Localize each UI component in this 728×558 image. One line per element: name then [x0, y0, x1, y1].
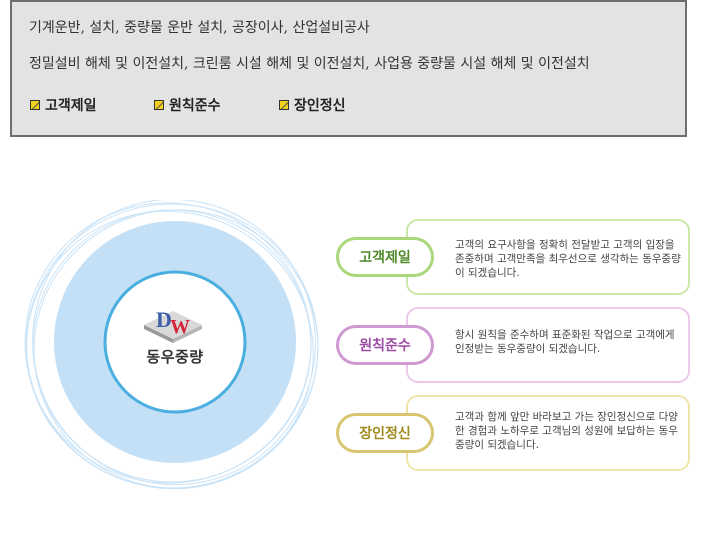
- info-box: 기계운반, 설치, 중량물 운반 설치, 공장이사, 산업설비공사 정밀설비 해…: [10, 0, 687, 137]
- yellow-square-icon: [279, 100, 289, 110]
- description-box: 항시 원칙을 준수하며 표준화된 작업으로 고객에게 인정받는 동우중량이 되겠…: [406, 307, 690, 383]
- value-pill: 장인정신: [336, 413, 434, 453]
- value-pill: 고객제일: [336, 237, 434, 277]
- service-line-2: 정밀설비 해체 및 이전설치, 크린룸 시설 해체 및 이전설치, 사업용 중량…: [29, 56, 590, 72]
- value-label: 장인정신: [294, 98, 346, 114]
- value-label: 원칙준수: [169, 98, 221, 114]
- value-description: 고객의 요구사항을 정확히 전달받고 고객의 입장을 존중하며 고객만족을 최우…: [455, 239, 681, 279]
- yellow-square-icon: [154, 100, 164, 110]
- yellow-square-icon: [30, 100, 40, 110]
- value-row-principle: 항시 원칙을 준수하며 표준화된 작업으로 고객에게 인정받는 동우중량이 되겠…: [336, 307, 690, 383]
- value-label: 고객제일: [45, 98, 97, 114]
- value-row-customer: 고객의 요구사항을 정확히 전달받고 고객의 입장을 존중하며 고객만족을 최우…: [336, 219, 690, 295]
- value-description: 항시 원칙을 준수하며 표준화된 작업으로 고객에게 인정받는 동우중량이 되겠…: [455, 329, 675, 355]
- service-line-1: 기계운반, 설치, 중량물 운반 설치, 공장이사, 산업설비공사: [29, 20, 370, 36]
- description-box: 고객과 함께 앞만 바라보고 가는 장인정신으로 다양한 경험과 노하우로 고객…: [406, 395, 690, 471]
- dw-logo: D W: [138, 303, 208, 343]
- value-row-craftsmanship: 고객과 함께 앞만 바라보고 가는 장인정신으로 다양한 경험과 노하우로 고객…: [336, 395, 690, 471]
- value-item-craftsmanship: 장인정신: [279, 95, 346, 115]
- value-pill: 원칙준수: [336, 325, 434, 365]
- value-item-customer: 고객제일: [30, 95, 97, 115]
- svg-text:W: W: [170, 316, 190, 338]
- value-description: 고객과 함께 앞만 바라보고 가는 장인정신으로 다양한 경험과 노하우로 고객…: [455, 411, 678, 451]
- company-name: 동우중량: [146, 348, 204, 366]
- value-item-principle: 원칙준수: [154, 95, 221, 115]
- description-box: 고객의 요구사항을 정확히 전달받고 고객의 입장을 존중하며 고객만족을 최우…: [406, 219, 690, 295]
